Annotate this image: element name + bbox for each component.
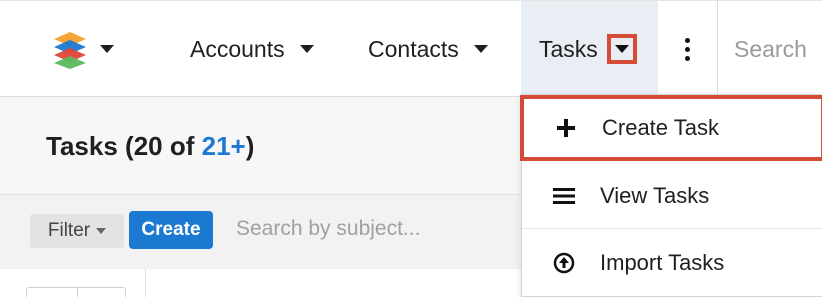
global-search[interactable] bbox=[717, 1, 822, 97]
column-divider bbox=[145, 269, 146, 297]
menu-item-create-task[interactable]: Create Task bbox=[520, 95, 822, 161]
select-all-checkbox[interactable] bbox=[26, 287, 126, 297]
filter-dropdown-button[interactable]: Filter bbox=[30, 214, 124, 248]
tasks-dropdown-menu: Create Task View Tasks Import Tasks bbox=[520, 94, 822, 297]
page-title-text: Tasks bbox=[46, 131, 118, 161]
top-nav-bar: Accounts Contacts Tasks bbox=[0, 0, 822, 97]
menu-item-label: View Tasks bbox=[600, 182, 710, 208]
nav-contacts-label: Contacts bbox=[368, 35, 459, 62]
upload-circle-icon bbox=[552, 251, 576, 275]
tasks-dropdown-toggle[interactable] bbox=[606, 34, 637, 64]
nav-tasks-tab[interactable]: Tasks bbox=[521, 1, 658, 97]
chevron-down-icon bbox=[473, 45, 488, 53]
record-count-suffix: ) bbox=[245, 131, 255, 161]
kebab-menu-icon bbox=[684, 37, 690, 61]
more-menu-button[interactable] bbox=[660, 1, 714, 97]
global-search-input[interactable] bbox=[732, 34, 822, 64]
nav-accounts[interactable]: Accounts bbox=[190, 1, 314, 97]
nav-contacts[interactable]: Contacts bbox=[368, 1, 488, 97]
list-icon bbox=[552, 184, 576, 208]
chevron-down-icon bbox=[100, 45, 114, 53]
filter-label: Filter bbox=[47, 220, 91, 241]
record-count-prefix: (20 of bbox=[125, 131, 202, 161]
app-page: Accounts Contacts Tasks Tasks (20 of 21+… bbox=[0, 0, 822, 297]
chevron-down-icon bbox=[96, 228, 107, 234]
stacked-layers-logo-icon bbox=[54, 32, 86, 69]
menu-item-import-tasks[interactable]: Import Tasks bbox=[522, 231, 822, 295]
logo-menu[interactable] bbox=[50, 1, 114, 97]
page-title: Tasks (20 of 21+) bbox=[46, 131, 254, 162]
record-count-link[interactable]: 21+ bbox=[202, 131, 246, 161]
menu-item-view-tasks[interactable]: View Tasks bbox=[522, 163, 822, 229]
menu-item-label: Create Task bbox=[602, 115, 719, 140]
plus-icon bbox=[554, 116, 578, 140]
chevron-down-icon bbox=[614, 45, 629, 53]
subject-search-input[interactable]: Search by subject... bbox=[236, 217, 420, 241]
chevron-down-icon bbox=[299, 45, 314, 53]
menu-item-label: Import Tasks bbox=[600, 250, 725, 275]
create-button[interactable]: Create bbox=[129, 211, 213, 249]
nav-accounts-label: Accounts bbox=[190, 35, 285, 62]
nav-tasks-label: Tasks bbox=[539, 35, 598, 62]
